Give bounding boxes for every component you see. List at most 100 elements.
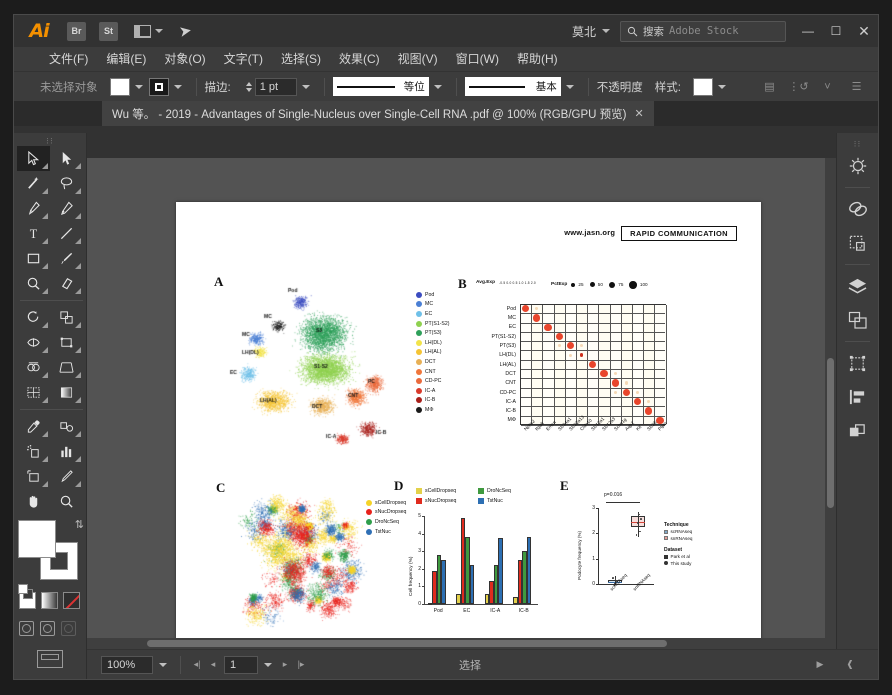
panel-dock-grip[interactable]: ⁝⁝ <box>837 139 878 149</box>
cc-libraries-panel-icon[interactable] <box>837 192 878 226</box>
discover-icon[interactable]: ➤ <box>178 21 193 41</box>
type-tool[interactable]: T <box>17 221 50 246</box>
stroke-weight-dropdown[interactable] <box>300 78 313 96</box>
document-page[interactable]: www.jasn.org RAPID COMMUNICATION A Pod MC… <box>176 202 761 649</box>
graphic-style-swatch[interactable] <box>692 77 713 96</box>
transform-icon[interactable]: ⋮↺ <box>788 79 808 94</box>
resize-grip-icon[interactable]: ❰ <box>842 656 858 674</box>
eyedropper-tool[interactable] <box>17 414 50 439</box>
user-menu[interactable]: 莫北 <box>562 23 620 40</box>
hand-tool[interactable] <box>17 489 50 514</box>
shaper-pencil-tool[interactable] <box>17 271 50 296</box>
full-screen-mode-button[interactable] <box>61 621 76 636</box>
previous-page-icon[interactable]: ◂ <box>205 656 221 674</box>
zoom-level-dropdown[interactable] <box>156 656 169 674</box>
align-icon[interactable]: ▤ <box>762 79 777 94</box>
slice-tool[interactable] <box>50 464 83 489</box>
scrollbar-thumb[interactable] <box>147 640 667 647</box>
blend-tool[interactable] <box>50 414 83 439</box>
opacity-label[interactable]: 不透明度 <box>597 79 643 95</box>
document-tab[interactable]: Wu 等。 - 2019 - Advantages of Single-Nucl… <box>102 101 655 126</box>
direct-selection-tool[interactable] <box>50 146 83 171</box>
selection-tool[interactable] <box>17 146 50 171</box>
close-icon[interactable]: ✕ <box>634 107 643 120</box>
gradient-tool[interactable] <box>50 380 83 405</box>
minimize-button[interactable]: — <box>794 15 822 47</box>
width-tool[interactable] <box>17 330 50 355</box>
transform-panel-icon[interactable] <box>837 346 878 380</box>
mesh-tool[interactable] <box>17 380 50 405</box>
close-button[interactable]: ✕ <box>850 15 878 47</box>
menu-select[interactable]: 选择(S) <box>272 47 330 71</box>
menu-type[interactable]: 文字(T) <box>215 47 272 71</box>
fill-dropdown[interactable] <box>133 78 146 96</box>
page-dropdown[interactable] <box>261 656 274 674</box>
stock-button[interactable]: St <box>99 21 118 41</box>
menu-file[interactable]: 文件(F) <box>40 47 97 71</box>
curvature-tool[interactable] <box>50 196 83 221</box>
paintbrush-tool[interactable] <box>50 246 83 271</box>
pen-tool[interactable] <box>17 196 50 221</box>
normal-screen-mode-button[interactable] <box>19 621 34 636</box>
rectangle-tool[interactable] <box>17 246 50 271</box>
page-number-field[interactable]: 1 <box>224 655 258 674</box>
menu-object[interactable]: 对象(O) <box>155 47 214 71</box>
first-page-icon[interactable]: ◂| <box>189 656 205 674</box>
menu-help[interactable]: 帮助(H) <box>508 47 567 71</box>
menu-view[interactable]: 视图(V) <box>389 47 447 71</box>
adobe-stock-search[interactable]: 搜索 Adobe Stock <box>620 20 786 42</box>
artboards-panel-icon[interactable] <box>837 226 878 260</box>
line-segment-tool[interactable] <box>50 221 83 246</box>
tools-panel-grip[interactable]: ⁝⁝ <box>14 136 86 146</box>
zoom-level-field[interactable]: 100% <box>101 655 153 674</box>
stroke-weight-stepper[interactable] <box>245 81 252 92</box>
rotate-tool[interactable] <box>17 305 50 330</box>
chevron-down-icon[interactable]: ˅ <box>820 79 835 94</box>
eraser-tool[interactable] <box>50 271 83 296</box>
stroke-profile-dropdown[interactable] <box>432 78 445 96</box>
properties-panel-icon[interactable] <box>837 149 878 183</box>
zoom-tool[interactable] <box>50 489 83 514</box>
canvas-vertical-scrollbar[interactable] <box>825 158 836 649</box>
next-page-icon[interactable]: ▸ <box>277 656 293 674</box>
stroke-weight-field[interactable]: 1 pt <box>254 77 297 96</box>
last-page-icon[interactable]: |▸ <box>293 656 309 674</box>
scrollbar-thumb[interactable] <box>827 358 834 508</box>
menu-effect[interactable]: 效果(C) <box>330 47 389 71</box>
menu-edit[interactable]: 编辑(E) <box>97 47 155 71</box>
play-icon[interactable]: ▶ <box>812 656 828 674</box>
stroke-profile-select[interactable]: 等位 <box>332 77 429 96</box>
menu-window[interactable]: 窗口(W) <box>447 47 508 71</box>
brush-definition-select[interactable]: 基本 <box>464 77 561 96</box>
column-graph-tool[interactable] <box>50 439 83 464</box>
fill-swatch-large[interactable] <box>18 520 56 558</box>
bridge-button[interactable]: Br <box>67 21 86 41</box>
graphic-style-dropdown[interactable] <box>716 78 729 96</box>
arrange-documents-button[interactable] <box>134 24 163 38</box>
artboard-tool[interactable] <box>17 464 50 489</box>
swap-fill-stroke-icon[interactable]: ⇅ <box>75 518 84 531</box>
layers-panel-icon[interactable] <box>837 269 878 303</box>
lasso-tool[interactable] <box>50 171 83 196</box>
appearance-panel-icon[interactable] <box>837 414 878 448</box>
full-screen-menubar-mode-button[interactable] <box>40 621 55 636</box>
gradient-mode-button[interactable] <box>41 592 58 609</box>
fill-color-swatch[interactable] <box>109 77 130 96</box>
brush-definition-dropdown[interactable] <box>564 78 577 96</box>
stroke-dropdown[interactable] <box>172 78 185 96</box>
canvas-horizontal-scrollbar[interactable] <box>87 638 825 649</box>
scale-tool[interactable] <box>50 305 83 330</box>
align-panel-icon[interactable] <box>837 380 878 414</box>
none-mode-button[interactable] <box>63 592 80 609</box>
stroke-color-swatch[interactable] <box>148 77 169 96</box>
canvas-area[interactable]: www.jasn.org RAPID COMMUNICATION A Pod MC… <box>87 158 836 649</box>
free-transform-tool[interactable] <box>50 330 83 355</box>
maximize-button[interactable]: ☐ <box>822 15 850 47</box>
perspective-grid-tool[interactable] <box>50 355 83 380</box>
more-options-icon[interactable]: ☰ <box>849 79 864 94</box>
symbol-sprayer-tool[interactable] <box>17 439 50 464</box>
shape-builder-tool[interactable] <box>17 355 50 380</box>
magic-wand-tool[interactable] <box>17 171 50 196</box>
edit-toolbar-button[interactable] <box>37 650 63 668</box>
pathfinder-panel-icon[interactable] <box>837 303 878 337</box>
